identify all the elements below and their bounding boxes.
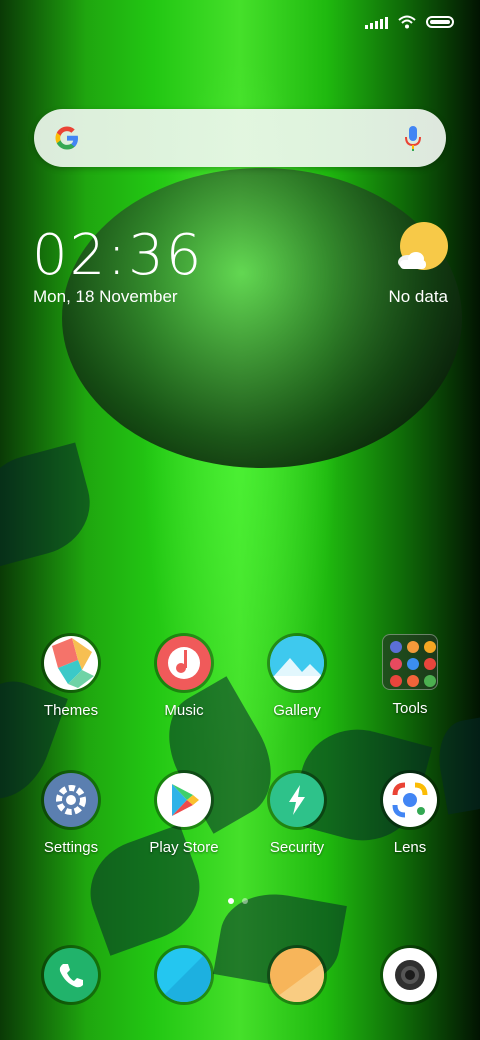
app-settings[interactable]: Settings [16,773,126,856]
play-store-icon [157,773,211,827]
app-lens[interactable]: Lens [355,773,465,856]
mic-icon[interactable] [402,123,424,153]
partly-sunny-icon[interactable] [396,222,450,274]
folder-icon [382,634,438,690]
app-gallery[interactable]: Gallery [242,636,352,719]
app-themes[interactable]: Themes [16,636,126,719]
app-music[interactable]: Music [129,636,239,719]
music-icon [157,636,211,690]
app-tools-folder[interactable]: Tools [355,634,465,717]
themes-icon [44,636,98,690]
page-dot[interactable] [242,898,248,904]
browser-icon[interactable] [270,948,324,1002]
app-label: Lens [393,839,427,856]
app-label: Themes [43,702,99,719]
app-play-store[interactable]: Play Store [129,773,239,856]
app-label: Security [269,839,325,856]
security-icon [270,773,324,827]
wallpaper-leaf [0,442,102,568]
wifi-icon [398,15,416,29]
page-indicator [228,898,248,904]
signal-icon [365,15,388,29]
google-logo-icon [55,126,78,150]
gallery-icon [270,636,324,690]
search-bar[interactable] [34,109,446,167]
page-dot-active[interactable] [228,898,234,904]
phone-icon[interactable] [44,948,98,1002]
app-label: Play Store [149,839,219,856]
app-label: Tools [392,700,428,717]
status-bar [365,12,454,32]
lens-icon [383,773,437,827]
gear-icon [44,773,98,827]
app-label: Settings [43,839,99,856]
clock-date[interactable]: Mon, 18 November [33,287,178,307]
weather-status[interactable]: No data [388,287,448,307]
app-label: Gallery [273,702,321,719]
clock-time[interactable]: 02:36 [32,226,203,286]
messages-icon[interactable] [157,948,211,1002]
app-label: Music [164,702,204,719]
app-security[interactable]: Security [242,773,352,856]
camera-icon[interactable] [383,948,437,1002]
battery-icon [426,16,454,28]
wallpaper-planet [62,168,462,468]
